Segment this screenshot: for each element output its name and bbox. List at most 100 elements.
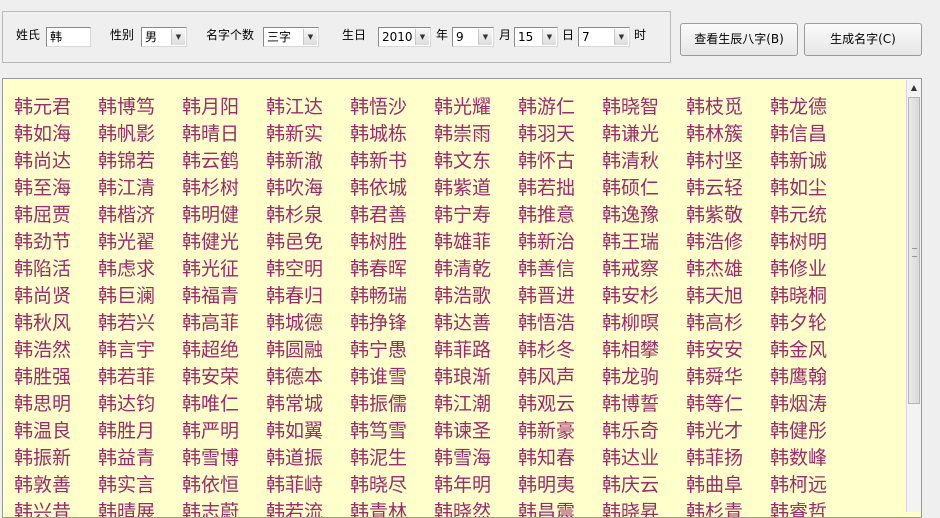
name-item: 韩胜强 [14, 366, 72, 388]
name-item: 韩年明 [434, 474, 492, 496]
name-item: 韩尚贤 [14, 285, 72, 307]
name-item: 韩晓尽 [350, 474, 408, 496]
name-item: 韩数峰 [770, 447, 828, 469]
name-item: 韩劲节 [14, 231, 72, 253]
name-item: 韩雪博 [182, 447, 240, 469]
name-item: 韩睿哲 [770, 501, 828, 518]
name-item: 韩尚达 [14, 150, 72, 172]
name-item: 韩高菲 [182, 312, 240, 334]
month-select[interactable]: 9 ▼ [452, 27, 494, 47]
grip-icon [912, 248, 917, 257]
name-item: 韩天旭 [686, 285, 744, 307]
name-item: 韩若菲 [98, 366, 156, 388]
name-item: 韩实言 [98, 474, 156, 496]
scroll-up-icon[interactable]: ▲ [907, 80, 921, 96]
hour-select[interactable]: 7 ▼ [578, 27, 630, 47]
month-label: 月 [499, 28, 512, 42]
name-item: 韩博誓 [602, 393, 660, 415]
name-item: 韩振儒 [350, 393, 408, 415]
surname-input[interactable]: 韩 [46, 27, 91, 47]
name-item: 韩晴展 [98, 501, 156, 518]
name-item: 韩菲峙 [266, 474, 324, 496]
name-item: 韩新澈 [266, 150, 324, 172]
year-value: 2010 [382, 30, 413, 44]
name-item: 韩如海 [14, 123, 72, 145]
chevron-down-icon[interactable]: ▼ [303, 29, 317, 45]
name-item: 韩道振 [266, 447, 324, 469]
gender-select[interactable]: 男 ▼ [141, 27, 187, 47]
name-item: 韩健彤 [770, 420, 828, 442]
name-item: 韩知春 [518, 447, 576, 469]
name-item: 韩文东 [434, 150, 492, 172]
name-item: 韩温良 [14, 420, 72, 442]
year-label: 年 [436, 28, 449, 42]
name-item: 韩元君 [14, 96, 72, 118]
name-item: 韩春晖 [350, 258, 408, 280]
name-item: 韩金风 [770, 339, 828, 361]
name-item: 韩达善 [434, 312, 492, 334]
name-item: 韩云轻 [686, 177, 744, 199]
name-item: 韩晋进 [518, 285, 576, 307]
name-item: 韩舜华 [686, 366, 744, 388]
generate-names-button[interactable]: 生成名字(C) [804, 23, 922, 56]
name-item: 韩乐奇 [602, 420, 660, 442]
name-item: 韩相攀 [602, 339, 660, 361]
name-item: 韩光才 [686, 420, 744, 442]
name-item: 韩如翼 [266, 420, 324, 442]
name-item: 韩达业 [602, 447, 660, 469]
name-item: 韩杉青 [686, 501, 744, 518]
chevron-down-icon[interactable]: ▼ [415, 29, 429, 45]
name-item: 韩柯远 [770, 474, 828, 496]
scrollbar-thumb[interactable] [908, 97, 920, 404]
name-item: 韩曲阜 [686, 474, 744, 496]
chevron-down-icon[interactable]: ▼ [478, 29, 492, 45]
name-item: 韩挣锋 [350, 312, 408, 334]
name-item: 韩德本 [266, 366, 324, 388]
chevron-down-icon[interactable]: ▼ [171, 29, 185, 45]
name-item: 韩清乾 [434, 258, 492, 280]
name-item: 韩枝觅 [686, 96, 744, 118]
name-item: 韩振新 [14, 447, 72, 469]
name-item: 韩云鹤 [182, 150, 240, 172]
name-length-select[interactable]: 三字 ▼ [263, 27, 319, 47]
name-item: 韩风声 [518, 366, 576, 388]
name-item: 韩高杉 [686, 312, 744, 334]
name-item: 韩杰雄 [686, 258, 744, 280]
year-select[interactable]: 2010 ▼ [378, 27, 431, 47]
birthday-label: 生日 [342, 28, 367, 42]
hour-value: 7 [582, 30, 590, 44]
view-bazi-button[interactable]: 查看生辰八字(B) [680, 23, 798, 56]
name-item: 韩屈贾 [14, 204, 72, 226]
name-item: 韩林簇 [686, 123, 744, 145]
vertical-scrollbar[interactable]: ▲ [906, 80, 921, 512]
name-item: 韩月阳 [182, 96, 240, 118]
name-item: 韩谏圣 [434, 420, 492, 442]
name-item: 韩锦若 [98, 150, 156, 172]
chevron-down-icon[interactable]: ▼ [542, 29, 556, 45]
name-item: 韩修业 [770, 258, 828, 280]
name-item: 韩推意 [518, 204, 576, 226]
chevron-down-icon[interactable]: ▼ [614, 29, 628, 45]
day-value: 15 [518, 30, 534, 44]
name-item: 韩游仁 [518, 96, 576, 118]
name-item: 韩谁雪 [350, 366, 408, 388]
name-item: 韩光耀 [434, 96, 492, 118]
name-item: 韩巨澜 [98, 285, 156, 307]
surname-label: 姓氏 [16, 28, 41, 42]
name-item: 韩崇雨 [434, 123, 492, 145]
name-item: 韩依城 [350, 177, 408, 199]
name-item: 韩光翟 [98, 231, 156, 253]
name-item: 韩敦善 [14, 474, 72, 496]
name-item: 韩明夷 [518, 474, 576, 496]
day-select[interactable]: 15 ▼ [514, 27, 558, 47]
name-item: 韩紫敬 [686, 204, 744, 226]
name-item: 韩城德 [266, 312, 324, 334]
name-item: 韩烟涛 [770, 393, 828, 415]
name-item: 韩如尘 [770, 177, 828, 199]
name-item: 韩新诚 [770, 150, 828, 172]
name-item: 韩唯仁 [182, 393, 240, 415]
hour-label: 时 [634, 28, 647, 42]
name-item: 韩鹰翰 [770, 366, 828, 388]
name-item: 韩逸豫 [602, 204, 660, 226]
name-item: 韩晓然 [434, 501, 492, 518]
